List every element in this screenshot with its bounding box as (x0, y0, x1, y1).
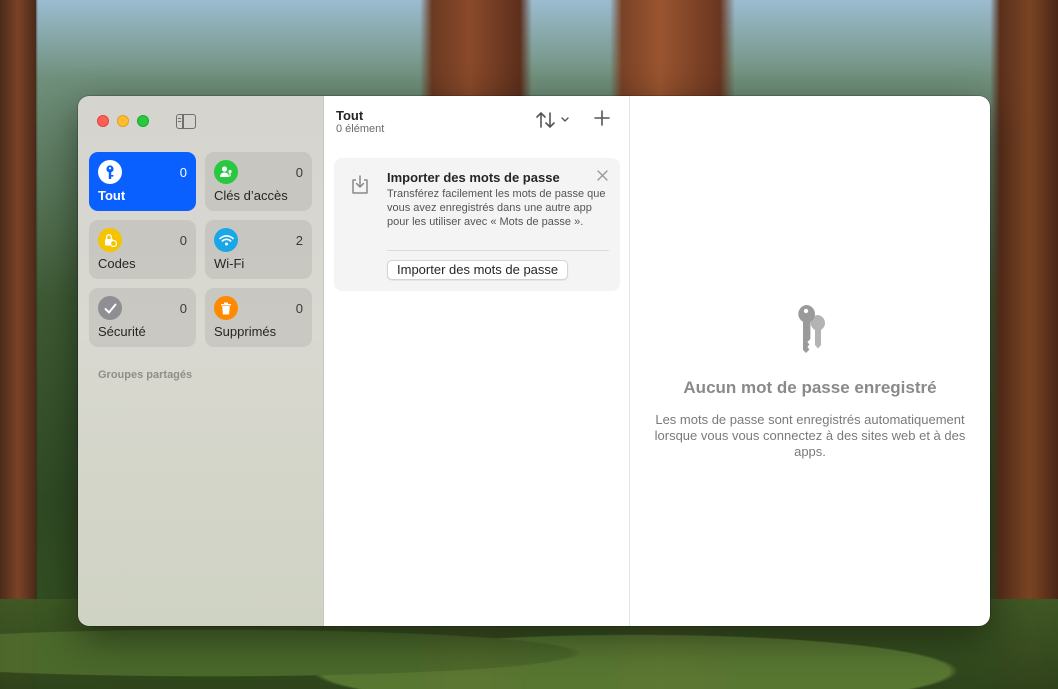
wallpaper-trunk (0, 0, 36, 689)
tile-passkeys[interactable]: 0 Clés d’accès (205, 152, 312, 211)
tile-label: Sécurité (98, 324, 146, 339)
keys-icon (798, 305, 825, 353)
list-title: Tout (336, 108, 364, 123)
tile-label: Clés d’accès (214, 188, 288, 203)
key-icon (98, 160, 122, 184)
tile-all[interactable]: 0 Tout (89, 152, 196, 211)
checkmark-icon (98, 296, 122, 320)
divider (387, 250, 609, 251)
empty-state-description: Les mots de passe sont enregistrés autom… (654, 412, 966, 459)
tile-label: Tout (98, 188, 126, 203)
tile-count: 0 (179, 165, 187, 180)
sidebar: 0 Tout 0 Clés d’accès 0 Codes 2 Wi-Fi 0 … (78, 96, 324, 626)
tile-count: 0 (179, 233, 187, 248)
item-count: 0 élément (336, 123, 385, 135)
minimize-window-button[interactable] (117, 115, 129, 127)
category-tiles: 0 Tout 0 Clés d’accès 0 Codes 2 Wi-Fi 0 … (89, 152, 312, 347)
empty-state-title: Aucun mot de passe enregistré (683, 378, 937, 397)
sort-arrows-icon (536, 112, 569, 128)
import-card-title: Importer des mots de passe (387, 170, 560, 185)
password-list-pane: Tout 0 élément Importer des mots de pass… (324, 96, 630, 626)
close-icon[interactable] (597, 170, 608, 181)
lock-clock-icon (98, 228, 122, 252)
import-passwords-button[interactable]: Importer des mots de passe (387, 260, 569, 280)
wifi-icon (214, 228, 238, 252)
import-card-description: Transférez facilement les mots de passe … (387, 188, 606, 228)
zoom-window-button[interactable] (137, 115, 149, 127)
import-passwords-card: Importer des mots de passe Transférez fa… (334, 158, 620, 291)
add-password-button[interactable] (593, 109, 611, 127)
import-tray-icon (352, 175, 368, 194)
sort-menu-button[interactable] (535, 110, 575, 130)
tile-deleted[interactable]: 0 Supprimés (205, 288, 312, 347)
tile-count: 2 (295, 233, 303, 248)
tile-count: 0 (295, 165, 303, 180)
tile-label: Supprimés (214, 324, 277, 339)
passwords-window: 0 Tout 0 Clés d’accès 0 Codes 2 Wi-Fi 0 … (78, 96, 990, 626)
sidebar-toggle-icon[interactable] (176, 114, 196, 129)
shared-groups-heading: Groupes partagés (98, 369, 193, 381)
tile-wifi[interactable]: 2 Wi-Fi (205, 220, 312, 279)
close-window-button[interactable] (97, 115, 109, 127)
tile-security[interactable]: 0 Sécurité (89, 288, 196, 347)
detail-pane: Aucun mot de passe enregistré Les mots d… (630, 96, 990, 626)
tile-label: Codes (98, 256, 136, 271)
tile-count: 0 (179, 301, 187, 316)
tile-count: 0 (295, 301, 303, 316)
plus-icon (594, 110, 610, 126)
person-key-icon (214, 160, 238, 184)
tile-codes[interactable]: 0 Codes (89, 220, 196, 279)
window-controls (97, 115, 149, 127)
trash-icon (214, 296, 238, 320)
tile-label: Wi-Fi (214, 256, 245, 271)
